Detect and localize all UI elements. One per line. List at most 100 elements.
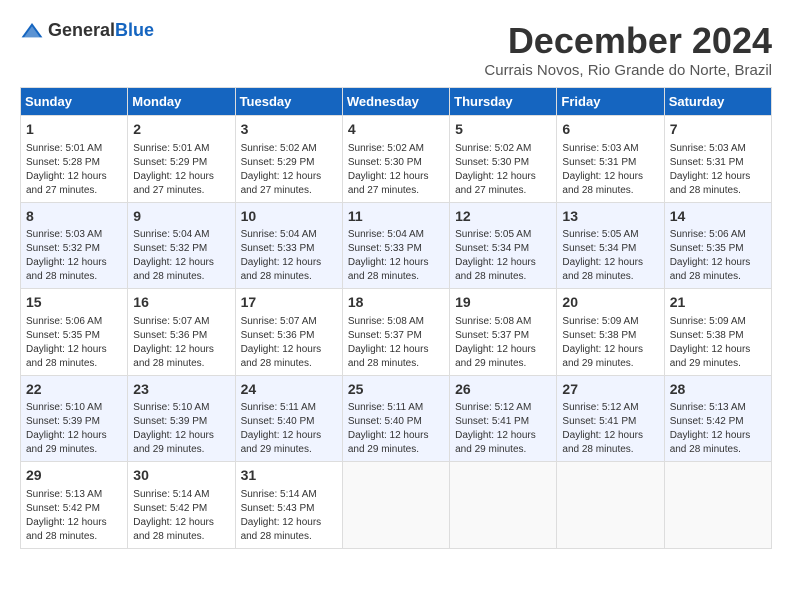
day-number: 9	[133, 207, 229, 227]
day-number: 28	[670, 380, 766, 400]
sunset-text: Sunset: 5:37 PM	[455, 330, 529, 341]
calendar-cell	[342, 462, 449, 549]
daylight-text: Daylight: 12 hours and 28 minutes.	[562, 430, 643, 455]
sunset-text: Sunset: 5:34 PM	[562, 243, 636, 254]
sunset-text: Sunset: 5:42 PM	[133, 503, 207, 514]
sunrise-text: Sunrise: 5:12 AM	[562, 402, 638, 413]
daylight-text: Daylight: 12 hours and 27 minutes.	[241, 171, 322, 196]
calendar-cell: 21Sunrise: 5:09 AMSunset: 5:38 PMDayligh…	[664, 289, 771, 376]
day-number: 1	[26, 120, 122, 140]
sunset-text: Sunset: 5:28 PM	[26, 157, 100, 168]
sunset-text: Sunset: 5:40 PM	[241, 416, 315, 427]
calendar-cell: 5 Sunrise: 5:02 AM Sunset: 5:30 PM Daylight…	[450, 116, 557, 203]
day-number: 18	[348, 293, 444, 313]
calendar-cell: 31Sunrise: 5:14 AMSunset: 5:43 PMDayligh…	[235, 462, 342, 549]
sunrise-text: Sunrise: 5:07 AM	[241, 316, 317, 327]
daylight-text: Daylight: 12 hours and 28 minutes.	[670, 430, 751, 455]
calendar-cell: 10Sunrise: 5:04 AMSunset: 5:33 PMDayligh…	[235, 202, 342, 289]
logo-general: General	[48, 20, 115, 40]
sunset-text: Sunset: 5:35 PM	[670, 243, 744, 254]
sunset-text: Sunset: 5:30 PM	[455, 157, 529, 168]
calendar-cell: 30Sunrise: 5:14 AMSunset: 5:42 PMDayligh…	[128, 462, 235, 549]
sunrise-text: Sunrise: 5:03 AM	[562, 143, 638, 154]
calendar-cell	[450, 462, 557, 549]
daylight-text: Daylight: 12 hours and 28 minutes.	[241, 344, 322, 369]
day-number: 2	[133, 120, 229, 140]
calendar-cell: 19Sunrise: 5:08 AMSunset: 5:37 PMDayligh…	[450, 289, 557, 376]
daylight-text: Daylight: 12 hours and 28 minutes.	[670, 171, 751, 196]
daylight-text: Daylight: 12 hours and 28 minutes.	[26, 344, 107, 369]
day-number: 20	[562, 293, 658, 313]
sunset-text: Sunset: 5:31 PM	[670, 157, 744, 168]
calendar-cell: 8Sunrise: 5:03 AMSunset: 5:32 PMDaylight…	[21, 202, 128, 289]
daylight-text: Daylight: 12 hours and 28 minutes.	[348, 257, 429, 282]
daylight-text: Daylight: 12 hours and 29 minutes.	[348, 430, 429, 455]
header-wednesday: Wednesday	[342, 88, 449, 116]
day-number: 23	[133, 380, 229, 400]
daylight-text: Daylight: 12 hours and 27 minutes.	[26, 171, 107, 196]
sunset-text: Sunset: 5:43 PM	[241, 503, 315, 514]
page-header: GeneralBlue December 2024 Currais Novos,…	[20, 20, 772, 79]
calendar-cell: 26Sunrise: 5:12 AMSunset: 5:41 PMDayligh…	[450, 375, 557, 462]
sunset-text: Sunset: 5:42 PM	[670, 416, 744, 427]
logo-icon	[20, 21, 44, 41]
day-number: 21	[670, 293, 766, 313]
calendar-cell: 17Sunrise: 5:07 AMSunset: 5:36 PMDayligh…	[235, 289, 342, 376]
daylight-text: Daylight: 12 hours and 28 minutes.	[241, 517, 322, 542]
daylight-text: Daylight: 12 hours and 29 minutes.	[455, 344, 536, 369]
daylight-text: Daylight: 12 hours and 28 minutes.	[133, 344, 214, 369]
sunset-text: Sunset: 5:34 PM	[455, 243, 529, 254]
day-number: 5	[455, 120, 551, 140]
location-subtitle: Currais Novos, Rio Grande do Norte, Braz…	[484, 62, 772, 79]
daylight-text: Daylight: 12 hours and 27 minutes.	[455, 171, 536, 196]
calendar-cell: 22Sunrise: 5:10 AMSunset: 5:39 PMDayligh…	[21, 375, 128, 462]
daylight-text: Daylight: 12 hours and 28 minutes.	[348, 344, 429, 369]
sunset-text: Sunset: 5:35 PM	[26, 330, 100, 341]
sunrise-text: Sunrise: 5:13 AM	[26, 489, 102, 500]
sunset-text: Sunset: 5:30 PM	[348, 157, 422, 168]
calendar-cell: 15Sunrise: 5:06 AMSunset: 5:35 PMDayligh…	[21, 289, 128, 376]
sunset-text: Sunset: 5:41 PM	[562, 416, 636, 427]
daylight-text: Daylight: 12 hours and 28 minutes.	[133, 517, 214, 542]
sunset-text: Sunset: 5:41 PM	[455, 416, 529, 427]
day-number: 31	[241, 466, 337, 486]
sunset-text: Sunset: 5:40 PM	[348, 416, 422, 427]
sunrise-text: Sunrise: 5:12 AM	[455, 402, 531, 413]
calendar-cell: 2Sunrise: 5:01 AMSunset: 5:29 PMDaylight…	[128, 116, 235, 203]
sunrise-text: Sunrise: 5:03 AM	[26, 229, 102, 240]
calendar-cell: 20Sunrise: 5:09 AMSunset: 5:38 PMDayligh…	[557, 289, 664, 376]
sunset-text: Sunset: 5:33 PM	[241, 243, 315, 254]
calendar-cell: 13Sunrise: 5:05 AMSunset: 5:34 PMDayligh…	[557, 202, 664, 289]
header-thursday: Thursday	[450, 88, 557, 116]
calendar-cell: 23Sunrise: 5:10 AMSunset: 5:39 PMDayligh…	[128, 375, 235, 462]
sunrise-text: Sunrise: 5:11 AM	[241, 402, 316, 413]
sunset-text: Sunset: 5:32 PM	[133, 243, 207, 254]
sunset-text: Sunset: 5:29 PM	[241, 157, 315, 168]
calendar-cell: 14Sunrise: 5:06 AMSunset: 5:35 PMDayligh…	[664, 202, 771, 289]
sunrise-text: Sunrise: 5:03 AM	[670, 143, 746, 154]
calendar-table: SundayMondayTuesdayWednesdayThursdayFrid…	[20, 87, 772, 549]
sunrise-text: Sunrise: 5:04 AM	[241, 229, 317, 240]
calendar-cell	[664, 462, 771, 549]
day-number: 29	[26, 466, 122, 486]
sunrise-text: Sunrise: 5:07 AM	[133, 316, 209, 327]
calendar-week-row: 8Sunrise: 5:03 AMSunset: 5:32 PMDaylight…	[21, 202, 772, 289]
daylight-text: Daylight: 12 hours and 29 minutes.	[670, 344, 751, 369]
day-number: 3	[241, 120, 337, 140]
calendar-cell: 7Sunrise: 5:03 AMSunset: 5:31 PMDaylight…	[664, 116, 771, 203]
day-number: 17	[241, 293, 337, 313]
calendar-cell: 11Sunrise: 5:04 AMSunset: 5:33 PMDayligh…	[342, 202, 449, 289]
day-number: 11	[348, 207, 444, 227]
calendar-week-row: 15Sunrise: 5:06 AMSunset: 5:35 PMDayligh…	[21, 289, 772, 376]
sunrise-text: Sunrise: 5:02 AM	[241, 143, 317, 154]
calendar-header-row: SundayMondayTuesdayWednesdayThursdayFrid…	[21, 88, 772, 116]
sunrise-text: Sunrise: 5:02 AM	[455, 143, 531, 154]
header-saturday: Saturday	[664, 88, 771, 116]
sunrise-text: Sunrise: 5:06 AM	[670, 229, 746, 240]
daylight-text: Daylight: 12 hours and 29 minutes.	[133, 430, 214, 455]
sunrise-text: Sunrise: 5:14 AM	[133, 489, 209, 500]
daylight-text: Daylight: 12 hours and 28 minutes.	[455, 257, 536, 282]
header-friday: Friday	[557, 88, 664, 116]
calendar-cell: 9Sunrise: 5:04 AMSunset: 5:32 PMDaylight…	[128, 202, 235, 289]
day-number: 26	[455, 380, 551, 400]
